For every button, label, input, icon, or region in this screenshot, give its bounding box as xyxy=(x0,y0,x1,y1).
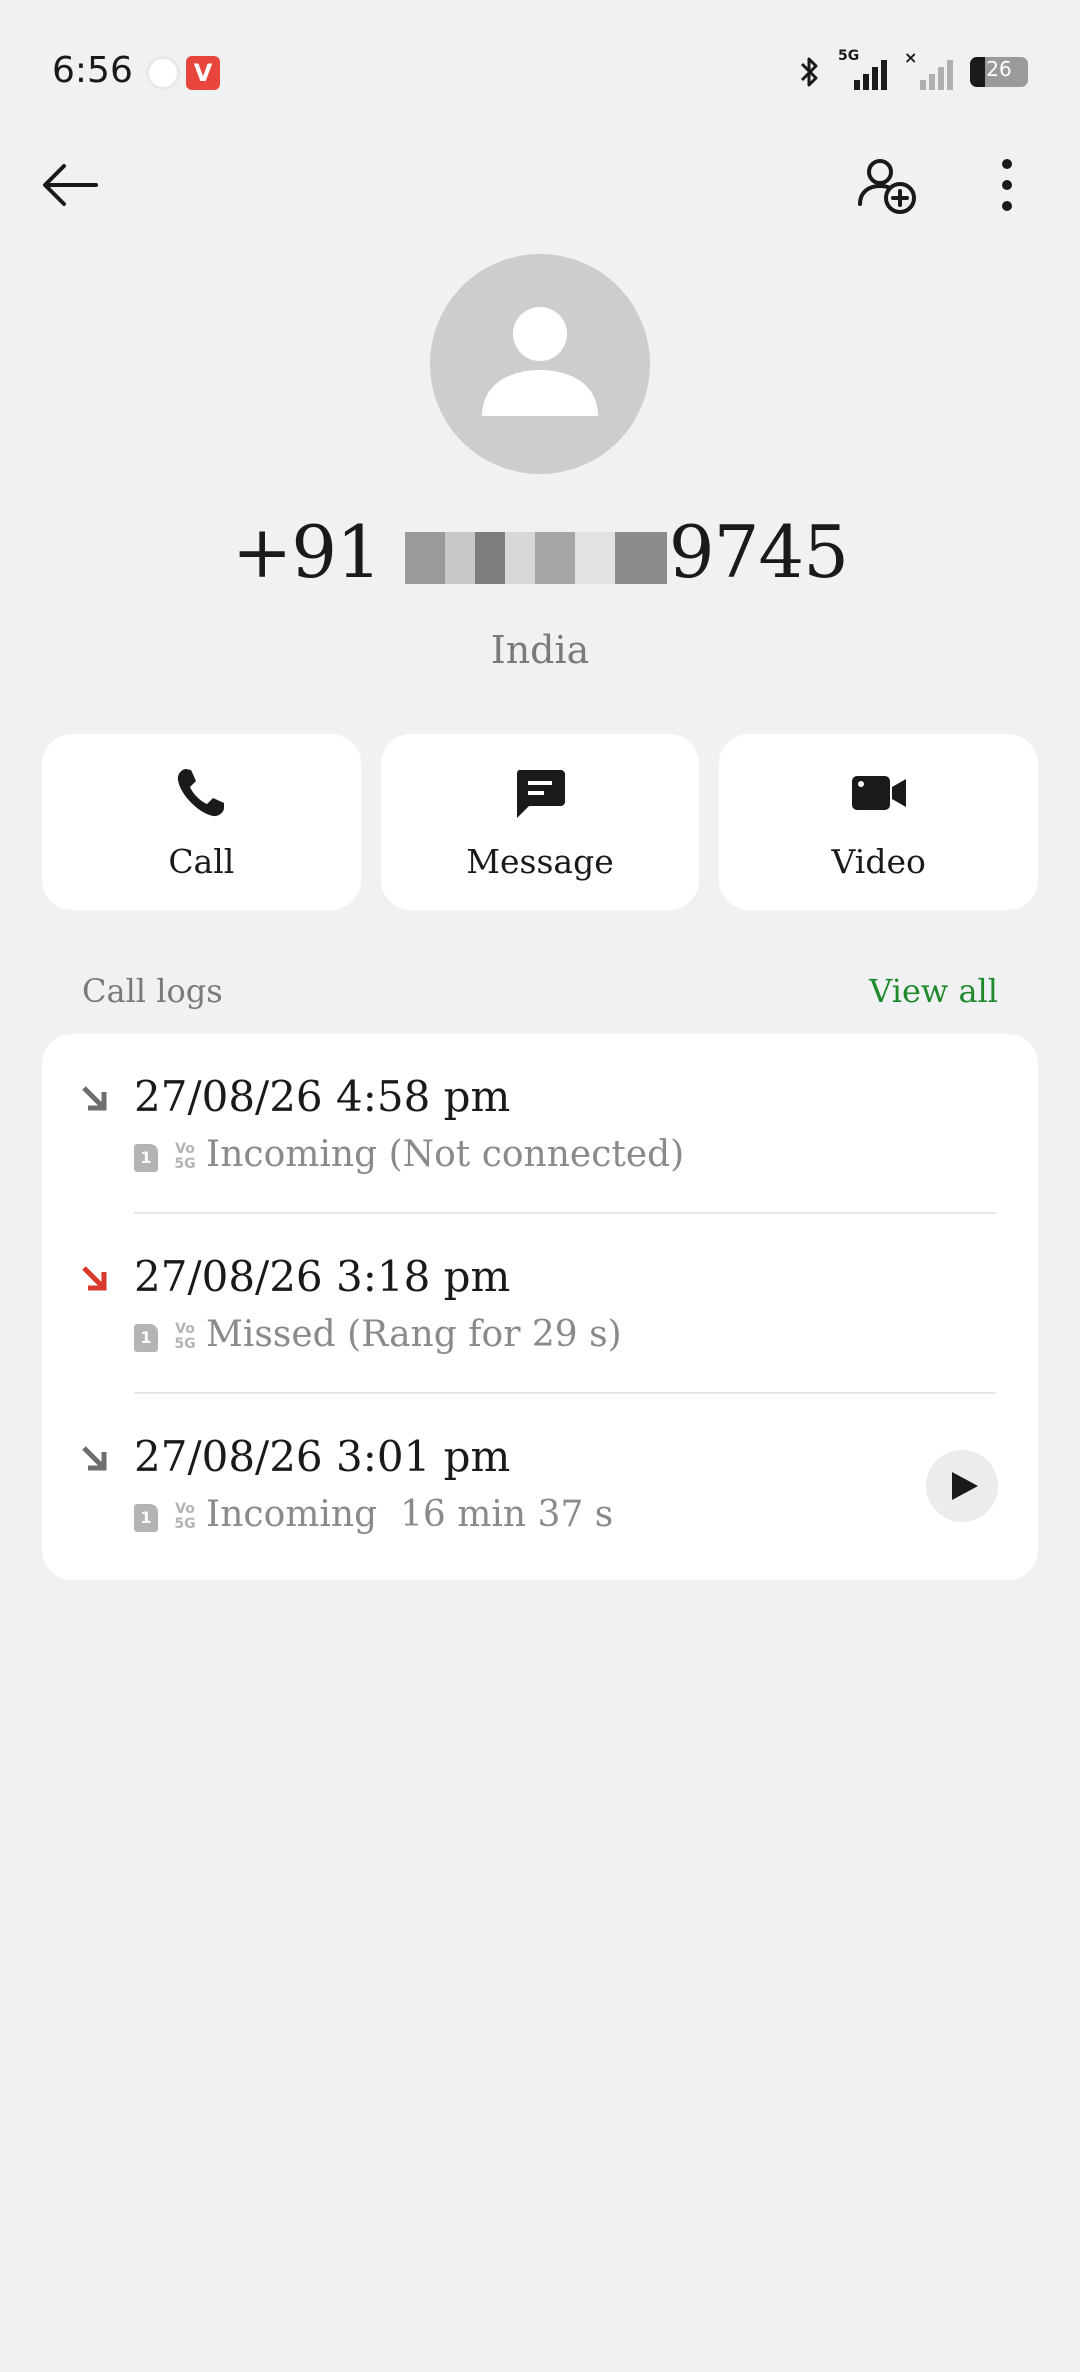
phone-prefix: +91 xyxy=(231,510,403,594)
back-button[interactable] xyxy=(36,150,106,220)
volte-icon: Vo 5G xyxy=(174,1501,196,1532)
app-v-notification-icon: V xyxy=(186,56,220,90)
person-icon xyxy=(482,307,598,416)
sim-icon: 1 xyxy=(134,1144,158,1172)
more-vertical-icon xyxy=(1002,159,1012,211)
call-log-detail: Incoming (Not connected) xyxy=(206,1134,685,1175)
more-options-button[interactable] xyxy=(972,150,1042,220)
message-label: Message xyxy=(466,842,614,881)
play-recording-button[interactable] xyxy=(926,1450,998,1522)
app-notification-icon xyxy=(146,56,180,90)
phone-number: +91 9745 xyxy=(0,510,1080,594)
message-icon xyxy=(517,770,565,818)
incoming-call-icon xyxy=(82,1086,107,1111)
volte-icon: Vo 5G xyxy=(174,1321,196,1352)
video-label: Video xyxy=(831,842,926,881)
video-button[interactable]: Video xyxy=(719,734,1039,910)
action-buttons: Call Message Video xyxy=(42,734,1039,910)
sim-icon: 1 xyxy=(134,1504,158,1532)
redacted-digits xyxy=(404,532,667,584)
add-contact-button[interactable] xyxy=(852,150,922,220)
call-log-detail: Missed (Rang for 29 s) xyxy=(206,1314,622,1355)
message-button[interactable]: Message xyxy=(380,734,700,910)
signal-sim2-icon: × xyxy=(904,48,956,92)
status-bar: 6:56 V 5G × 26 xyxy=(0,0,1080,140)
back-arrow-icon xyxy=(43,164,98,206)
call-log-item[interactable]: 27/08/26 4:58 pm 1 Vo 5G Incoming (Not co… xyxy=(42,1034,1038,1214)
view-all-link[interactable]: View all xyxy=(869,972,998,1010)
add-person-icon xyxy=(858,159,916,214)
video-icon xyxy=(851,776,906,810)
call-label: Call xyxy=(168,842,235,881)
call-log-item[interactable]: 27/08/26 3:18 pm 1 Vo 5G Missed (Rang for… xyxy=(42,1214,1038,1394)
contact-country: India xyxy=(490,628,590,672)
phone-icon xyxy=(178,769,225,817)
volte-icon: Vo 5G xyxy=(174,1141,196,1172)
contact-detail-screen: 6:56 V 5G × 26 +91 9745 India Call Messa… xyxy=(0,0,1080,2372)
incoming-call-icon xyxy=(82,1446,107,1471)
call-log-time: 27/08/26 3:01 pm xyxy=(134,1432,511,1481)
call-log-detail: Incoming 16 min 37 s xyxy=(206,1494,614,1535)
call-logs-header: Call logs View all xyxy=(82,972,998,1016)
play-icon xyxy=(952,1472,978,1500)
signal-5g-icon: 5G xyxy=(838,48,890,92)
call-logs-title: Call logs xyxy=(82,972,223,1010)
call-button[interactable]: Call xyxy=(42,734,361,910)
call-log-time: 27/08/26 3:18 pm xyxy=(134,1252,511,1301)
battery-icon: 26 xyxy=(970,57,1028,87)
missed-call-icon xyxy=(82,1266,107,1291)
phone-suffix: 9745 xyxy=(668,510,849,594)
call-log-time: 27/08/26 4:58 pm xyxy=(134,1072,511,1121)
contact-avatar xyxy=(430,254,650,474)
top-bar xyxy=(0,140,1080,230)
sim-icon: 1 xyxy=(134,1324,158,1352)
status-icons: 5G × 26 xyxy=(794,48,1028,92)
bluetooth-icon xyxy=(800,57,818,87)
status-time: 6:56 xyxy=(52,50,133,91)
call-log-list: 27/08/26 4:58 pm 1 Vo 5G Incoming (Not co… xyxy=(42,1034,1038,1580)
battery-level: 26 xyxy=(986,57,1012,81)
network-type-label: 5G xyxy=(838,48,860,64)
call-log-item[interactable]: 27/08/26 3:01 pm 1 Vo 5G Incoming 16 min … xyxy=(42,1394,1038,1574)
